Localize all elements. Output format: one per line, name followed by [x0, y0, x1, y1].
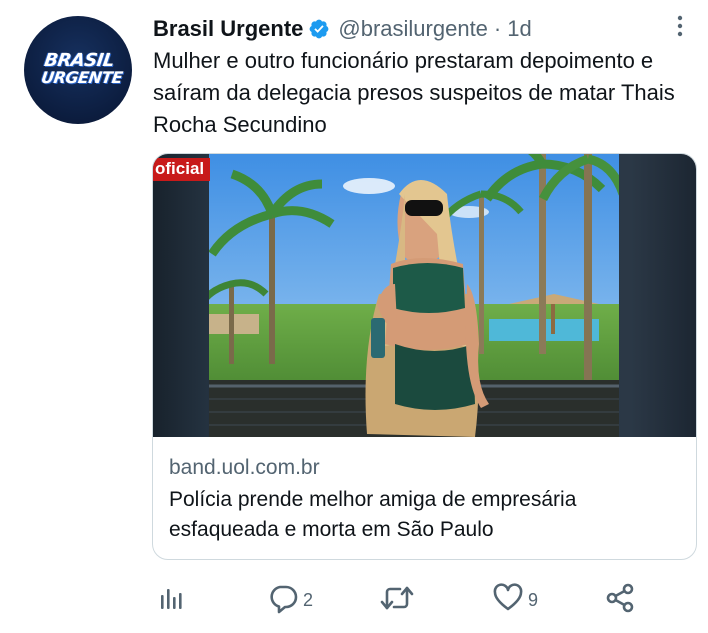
display-name[interactable]: Brasil Urgente	[153, 16, 303, 42]
like-button[interactable]: 9	[492, 582, 538, 618]
separator-dot: ·	[493, 16, 502, 41]
more-options-icon[interactable]	[668, 12, 692, 42]
link-card[interactable]: oficial band.uol.com.br Polícia prende m…	[152, 153, 697, 560]
card-title: Polícia prende melhor amiga de empresári…	[169, 488, 577, 541]
avatar-logo: BRASIL URGENTE	[39, 50, 124, 87]
tweet-text: Mulher e outro funcionário prestaram dep…	[153, 48, 675, 137]
source-badge: oficial	[153, 158, 211, 181]
retweet-button[interactable]	[379, 582, 415, 618]
card-image: oficial	[153, 154, 696, 437]
tweet-header: Brasil Urgente @brasilurgente · 1d	[153, 14, 532, 44]
like-count: 9	[528, 589, 539, 610]
reply-button[interactable]: 2	[267, 582, 313, 618]
share-icon	[604, 582, 636, 619]
avatar[interactable]: BRASIL URGENTE	[24, 16, 132, 124]
heart-icon	[492, 582, 524, 619]
share-button[interactable]	[604, 582, 636, 618]
card-domain: band.uol.com.br	[169, 456, 320, 479]
tweet-actions: 2 9	[0, 582, 708, 622]
analytics-icon	[158, 584, 186, 617]
verified-badge-icon	[308, 18, 330, 40]
handle[interactable]: @brasilurgente	[338, 16, 488, 42]
tweet[interactable]: BRASIL URGENTE Brasil Urgente @brasilurg…	[0, 0, 708, 633]
analytics-button[interactable]	[158, 582, 186, 618]
reply-count: 2	[303, 589, 314, 610]
reply-icon	[267, 582, 299, 619]
retweet-icon	[379, 582, 415, 619]
timestamp[interactable]: 1d	[507, 16, 531, 42]
